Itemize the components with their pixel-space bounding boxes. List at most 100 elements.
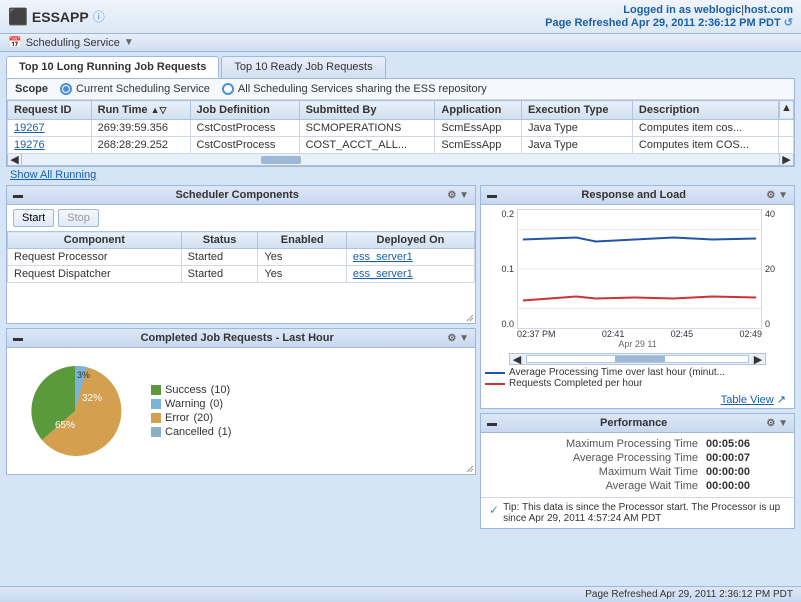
scheduler-gear-icon[interactable]: ⚙ ▼ bbox=[447, 190, 469, 201]
refresh-icon[interactable]: ↺ bbox=[784, 17, 793, 29]
col-description[interactable]: Description bbox=[632, 101, 778, 120]
resize-handle-cj[interactable] bbox=[465, 464, 475, 474]
legend-cancelled-label: Cancelled bbox=[165, 426, 214, 438]
table-row: 19276 268:28:29.252 CstCostProcess COST_… bbox=[8, 137, 794, 154]
col-job-def[interactable]: Job Definition bbox=[190, 101, 299, 120]
row1-scroll bbox=[779, 120, 794, 137]
comp-row2-deployed[interactable]: ess_server1 bbox=[346, 266, 474, 283]
performance-title: Performance bbox=[600, 417, 667, 429]
col-run-time[interactable]: Run Time ▲▽ bbox=[91, 101, 190, 120]
info-icon[interactable]: ⓘ bbox=[93, 8, 105, 25]
tab-long-running[interactable]: Top 10 Long Running Job Requests bbox=[6, 56, 219, 78]
row2-scroll bbox=[779, 137, 794, 154]
perf-avg-proc-label: Average Processing Time bbox=[489, 452, 706, 464]
table-view-icon: ↗ bbox=[777, 394, 786, 406]
show-all-running-link[interactable]: Show All Running bbox=[10, 169, 795, 181]
comp-row1-name: Request Processor bbox=[8, 249, 182, 266]
warning-pct: 3% bbox=[77, 370, 90, 380]
comp-row1-status: Started bbox=[181, 249, 258, 266]
radio-current[interactable] bbox=[60, 83, 72, 95]
red-line bbox=[523, 297, 756, 301]
page-refreshed-label: Page Refreshed Apr 29, 2011 2:36:12 PM P… bbox=[545, 17, 781, 29]
section-collapse-sc[interactable]: ▬ bbox=[13, 190, 23, 201]
row1-app: ScmEssApp bbox=[435, 120, 522, 137]
chart-scroll-right[interactable]: ▶ bbox=[751, 353, 765, 366]
comp-row: Request Processor Started Yes ess_server… bbox=[8, 249, 475, 266]
perf-avg-wait: Average Wait Time 00:00:00 bbox=[489, 479, 786, 493]
scope-option-all[interactable]: All Scheduling Services sharing the ESS … bbox=[222, 83, 487, 95]
completed-title: Completed Job Requests - Last Hour bbox=[141, 332, 334, 344]
legend-error-label: Error bbox=[165, 412, 189, 424]
row1-id[interactable]: 19267 bbox=[8, 120, 92, 137]
scroll-right[interactable]: ▶ bbox=[779, 153, 793, 166]
chart-legend-lines: Average Processing Time over last hour (… bbox=[481, 365, 794, 391]
col-submitted-by[interactable]: Submitted By bbox=[299, 101, 435, 120]
row1-desc: Computes item cos... bbox=[632, 120, 778, 137]
perf-max-wait-value: 00:00:00 bbox=[706, 466, 786, 478]
row2-id[interactable]: 19276 bbox=[8, 137, 92, 154]
scope-option-current[interactable]: Current Scheduling Service bbox=[60, 83, 210, 95]
comp-row2-enabled: Yes bbox=[258, 266, 346, 283]
legend-error-count: (20) bbox=[193, 412, 213, 424]
y-label-0.0: 0.0 bbox=[489, 319, 514, 329]
completed-gear-icon[interactable]: ⚙ ▼ bbox=[447, 333, 469, 344]
chart-svg bbox=[518, 210, 761, 328]
chart-scroll-thumb[interactable] bbox=[615, 356, 665, 362]
tip-icon: ✓ bbox=[489, 503, 499, 517]
chart-scroll-track bbox=[526, 355, 749, 363]
scroll-left[interactable]: ◀ bbox=[8, 153, 22, 166]
x-axis-labels: 02:37 PM 02:41 02:45 02:49 bbox=[517, 329, 786, 339]
legend-cancelled: Cancelled (1) bbox=[151, 426, 231, 438]
performance-gear-icon[interactable]: ⚙ ▼ bbox=[766, 418, 788, 429]
radio-all[interactable] bbox=[222, 83, 234, 95]
start-button[interactable]: Start bbox=[13, 209, 54, 227]
performance-header: ▬ Performance ⚙ ▼ bbox=[481, 414, 794, 433]
scope-all-label: All Scheduling Services sharing the ESS … bbox=[238, 83, 487, 95]
col-application[interactable]: Application bbox=[435, 101, 522, 120]
response-gear-icon[interactable]: ⚙ ▼ bbox=[766, 190, 788, 201]
legend-warning: Warning (0) bbox=[151, 398, 231, 410]
nav-dropdown-arrow[interactable]: ▼ bbox=[124, 37, 134, 48]
col-scroll-top[interactable]: ▲ bbox=[779, 101, 794, 120]
table-view-link[interactable]: Table View bbox=[721, 394, 774, 406]
chart-legend: Success (10) Warning (0) Error (20) bbox=[151, 384, 231, 438]
scroll-thumb[interactable] bbox=[261, 156, 301, 164]
section-collapse-cj[interactable]: ▬ bbox=[13, 333, 23, 344]
legend-error: Error (20) bbox=[151, 412, 231, 424]
app-title: ESSAPP bbox=[32, 9, 89, 25]
subheader: 📅 Scheduling Service ▼ bbox=[0, 34, 801, 52]
row2-exectype: Java Type bbox=[521, 137, 632, 154]
legend-red-line: Requests Completed per hour bbox=[485, 378, 790, 389]
y-right-0: 0 bbox=[765, 319, 786, 329]
section-collapse-perf[interactable]: ▬ bbox=[487, 418, 497, 429]
comp-row1-deployed[interactable]: ess_server1 bbox=[346, 249, 474, 266]
horizontal-scrollbar[interactable]: ◀ ▶ bbox=[7, 154, 794, 166]
resize-handle-sc[interactable] bbox=[465, 313, 475, 323]
y-right-40: 40 bbox=[765, 209, 786, 219]
col-exec-type[interactable]: Execution Type bbox=[521, 101, 632, 120]
scheduler-header: ▬ Scheduler Components ⚙ ▼ bbox=[7, 186, 475, 205]
pie-chart: 65% 32% 3% bbox=[15, 356, 135, 466]
pie-area: 65% 32% 3% Success (10) Warning bbox=[7, 348, 475, 474]
tip-text: Tip: This data is since the Processor st… bbox=[503, 502, 786, 524]
table-container: Request ID Run Time ▲▽ Job Definition Su… bbox=[7, 100, 794, 154]
tab-ready[interactable]: Top 10 Ready Job Requests bbox=[221, 56, 385, 78]
service-name: Scheduling Service bbox=[26, 37, 120, 49]
col-request-id[interactable]: Request ID bbox=[8, 101, 92, 120]
perf-avg-proc-value: 00:00:07 bbox=[706, 452, 786, 464]
comp-col-enabled: Enabled bbox=[258, 232, 346, 249]
header: ⬛ ESSAPP ⓘ Logged in as weblogic|host.co… bbox=[0, 0, 801, 34]
scheduler-components-panel: ▬ Scheduler Components ⚙ ▼ Start Stop Co… bbox=[6, 185, 476, 324]
chart-scroll-left[interactable]: ◀ bbox=[510, 353, 524, 366]
table-view-area: Table View ↗ bbox=[481, 391, 794, 408]
job-requests-table: Request ID Run Time ▲▽ Job Definition Su… bbox=[7, 100, 794, 154]
stop-button[interactable]: Stop bbox=[58, 209, 99, 227]
app-icon: ⬛ bbox=[8, 7, 28, 27]
row1-submitted: SCMOPERATIONS bbox=[299, 120, 435, 137]
username: weblogic bbox=[694, 4, 741, 16]
chart-scrollbar[interactable]: ◀ ▶ bbox=[509, 353, 766, 365]
section-collapse-rl[interactable]: ▬ bbox=[487, 190, 497, 201]
response-header: ▬ Response and Load ⚙ ▼ bbox=[481, 186, 794, 205]
completed-header: ▬ Completed Job Requests - Last Hour ⚙ ▼ bbox=[7, 329, 475, 348]
response-title: Response and Load bbox=[581, 189, 686, 201]
